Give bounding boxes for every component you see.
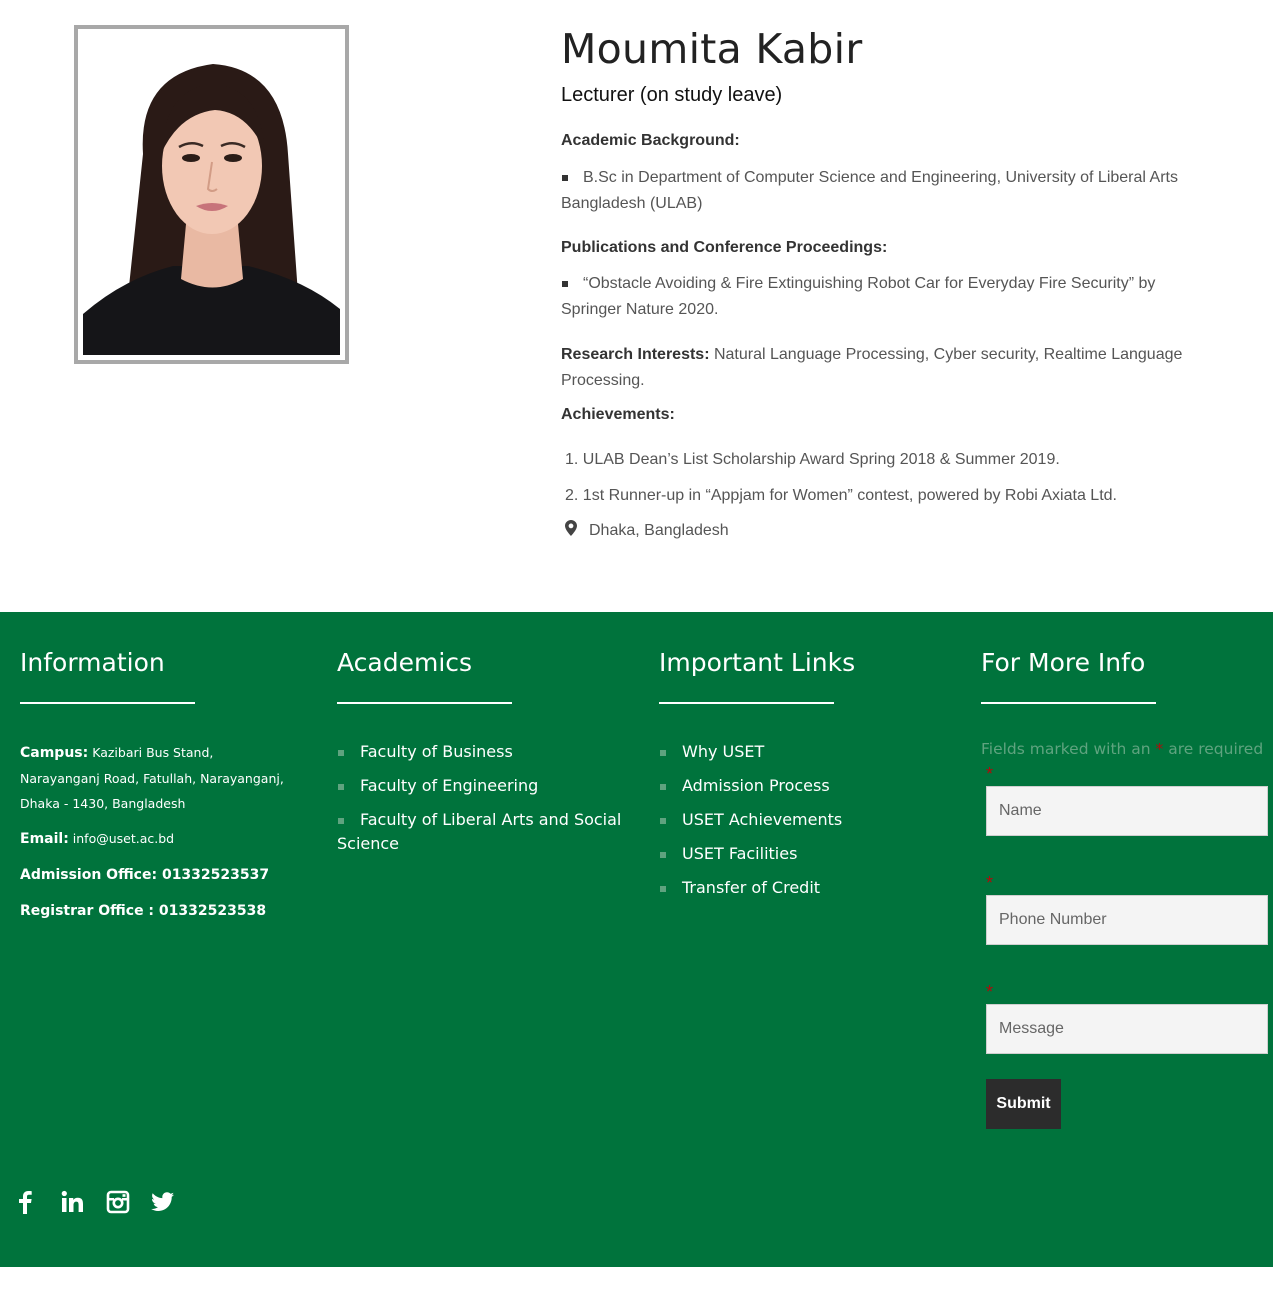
achievement-item: 1. ULAB Dean’s List Scholarship Award Sp…: [565, 451, 1060, 468]
important-link[interactable]: USET Facilities: [659, 842, 855, 866]
location-text: Dhaka, Bangladesh: [589, 521, 729, 539]
academics-link[interactable]: Faculty of Business: [337, 740, 637, 764]
publication-item: “Obstacle Avoiding & Fire Extinguishing …: [561, 271, 1211, 322]
registrar-office: Registrar Office : 01332523538: [20, 903, 267, 919]
profile-name: Moumita Kabir: [561, 25, 863, 73]
profile-photo: [83, 34, 340, 355]
publications-heading: Publications and Conference Proceedings:: [561, 239, 888, 256]
name-field-group: *: [986, 764, 1273, 836]
important-link[interactable]: USET Achievements: [659, 808, 855, 832]
note-prefix: Fields marked with an: [981, 740, 1151, 758]
location: Dhaka, Bangladesh: [561, 520, 1211, 541]
footer-contact-form: For More Info Fields marked with an * ar…: [981, 648, 1273, 1129]
research-interests-heading: Research Interests:: [561, 346, 710, 363]
academics-heading: Academics: [337, 648, 473, 677]
important-links-list: Why USET Admission Process USET Achievem…: [659, 740, 855, 900]
social-links: [16, 1190, 175, 1214]
achievements-list: 1. ULAB Dean’s List Scholarship Award Sp…: [561, 448, 1211, 508]
more-info-heading: For More Info: [981, 648, 1146, 677]
profile-position: Lecturer (on study leave): [561, 84, 783, 106]
achievements-heading: Achievements:: [561, 406, 675, 423]
information-details: Campus: Kazibari Bus Stand, Narayanganj …: [20, 740, 290, 924]
required-star: *: [986, 873, 994, 893]
important-links-heading: Important Links: [659, 648, 856, 677]
profile-details: Moumita Kabir Lecturer (on study leave) …: [561, 25, 1211, 541]
important-link[interactable]: Admission Process: [659, 774, 855, 798]
linkedin-icon[interactable]: [61, 1190, 85, 1214]
required-star: *: [986, 982, 994, 1002]
campus-address: Campus: Kazibari Bus Stand, Narayanganj …: [20, 740, 290, 816]
footer-important-links: Important Links Why USET Admission Proce…: [659, 648, 855, 910]
instagram-icon[interactable]: [106, 1190, 130, 1214]
required-star: *: [986, 764, 994, 784]
profile-photo-frame: [74, 25, 349, 364]
email: Email: info@uset.ac.bd: [20, 826, 290, 852]
map-marker-icon: [565, 520, 577, 541]
academics-link[interactable]: Faculty of Engineering: [337, 774, 637, 798]
achievement-item: 2. 1st Runner-up in “Appjam for Women” c…: [565, 487, 1117, 504]
heading-underline: [337, 702, 512, 704]
email-value[interactable]: info@uset.ac.bd: [73, 831, 174, 846]
phone-field-group: *: [986, 873, 1273, 945]
twitter-icon[interactable]: [151, 1190, 175, 1214]
email-label: Email:: [20, 831, 69, 847]
site-footer: Information Campus: Kazibari Bus Stand, …: [0, 612, 1273, 1267]
heading-underline: [981, 702, 1156, 704]
academic-background-item: B.Sc in Department of Computer Science a…: [561, 165, 1211, 216]
research-interests: Research Interests: Natural Language Pro…: [561, 342, 1211, 393]
submit-button[interactable]: Submit: [986, 1079, 1061, 1129]
facebook-icon[interactable]: [16, 1190, 40, 1214]
portrait-illustration: [83, 34, 340, 355]
heading-underline: [659, 702, 834, 704]
phone-input[interactable]: [986, 895, 1268, 945]
information-heading: Information: [20, 648, 165, 677]
academics-link[interactable]: Faculty of Liberal Arts and Social Scien…: [337, 808, 637, 856]
academics-links: Faculty of Business Faculty of Engineeri…: [337, 740, 637, 856]
admission-office: Admission Office: 01332523537: [20, 867, 270, 883]
academic-background-heading: Academic Background:: [561, 132, 740, 149]
important-link[interactable]: Transfer of Credit: [659, 876, 855, 900]
name-input[interactable]: [986, 786, 1268, 836]
campus-label: Campus:: [20, 745, 89, 761]
important-link[interactable]: Why USET: [659, 740, 855, 764]
footer-information: Information Campus: Kazibari Bus Stand, …: [20, 648, 290, 934]
footer-academics: Academics Faculty of Business Faculty of…: [337, 648, 637, 866]
message-field-group: *: [986, 982, 1273, 1054]
heading-underline: [20, 702, 195, 704]
required-fields-note: Fields marked with an * are required: [981, 740, 1273, 758]
message-input[interactable]: [986, 1004, 1268, 1054]
note-suffix: are required: [1168, 740, 1264, 758]
note-star: *: [1155, 740, 1164, 758]
